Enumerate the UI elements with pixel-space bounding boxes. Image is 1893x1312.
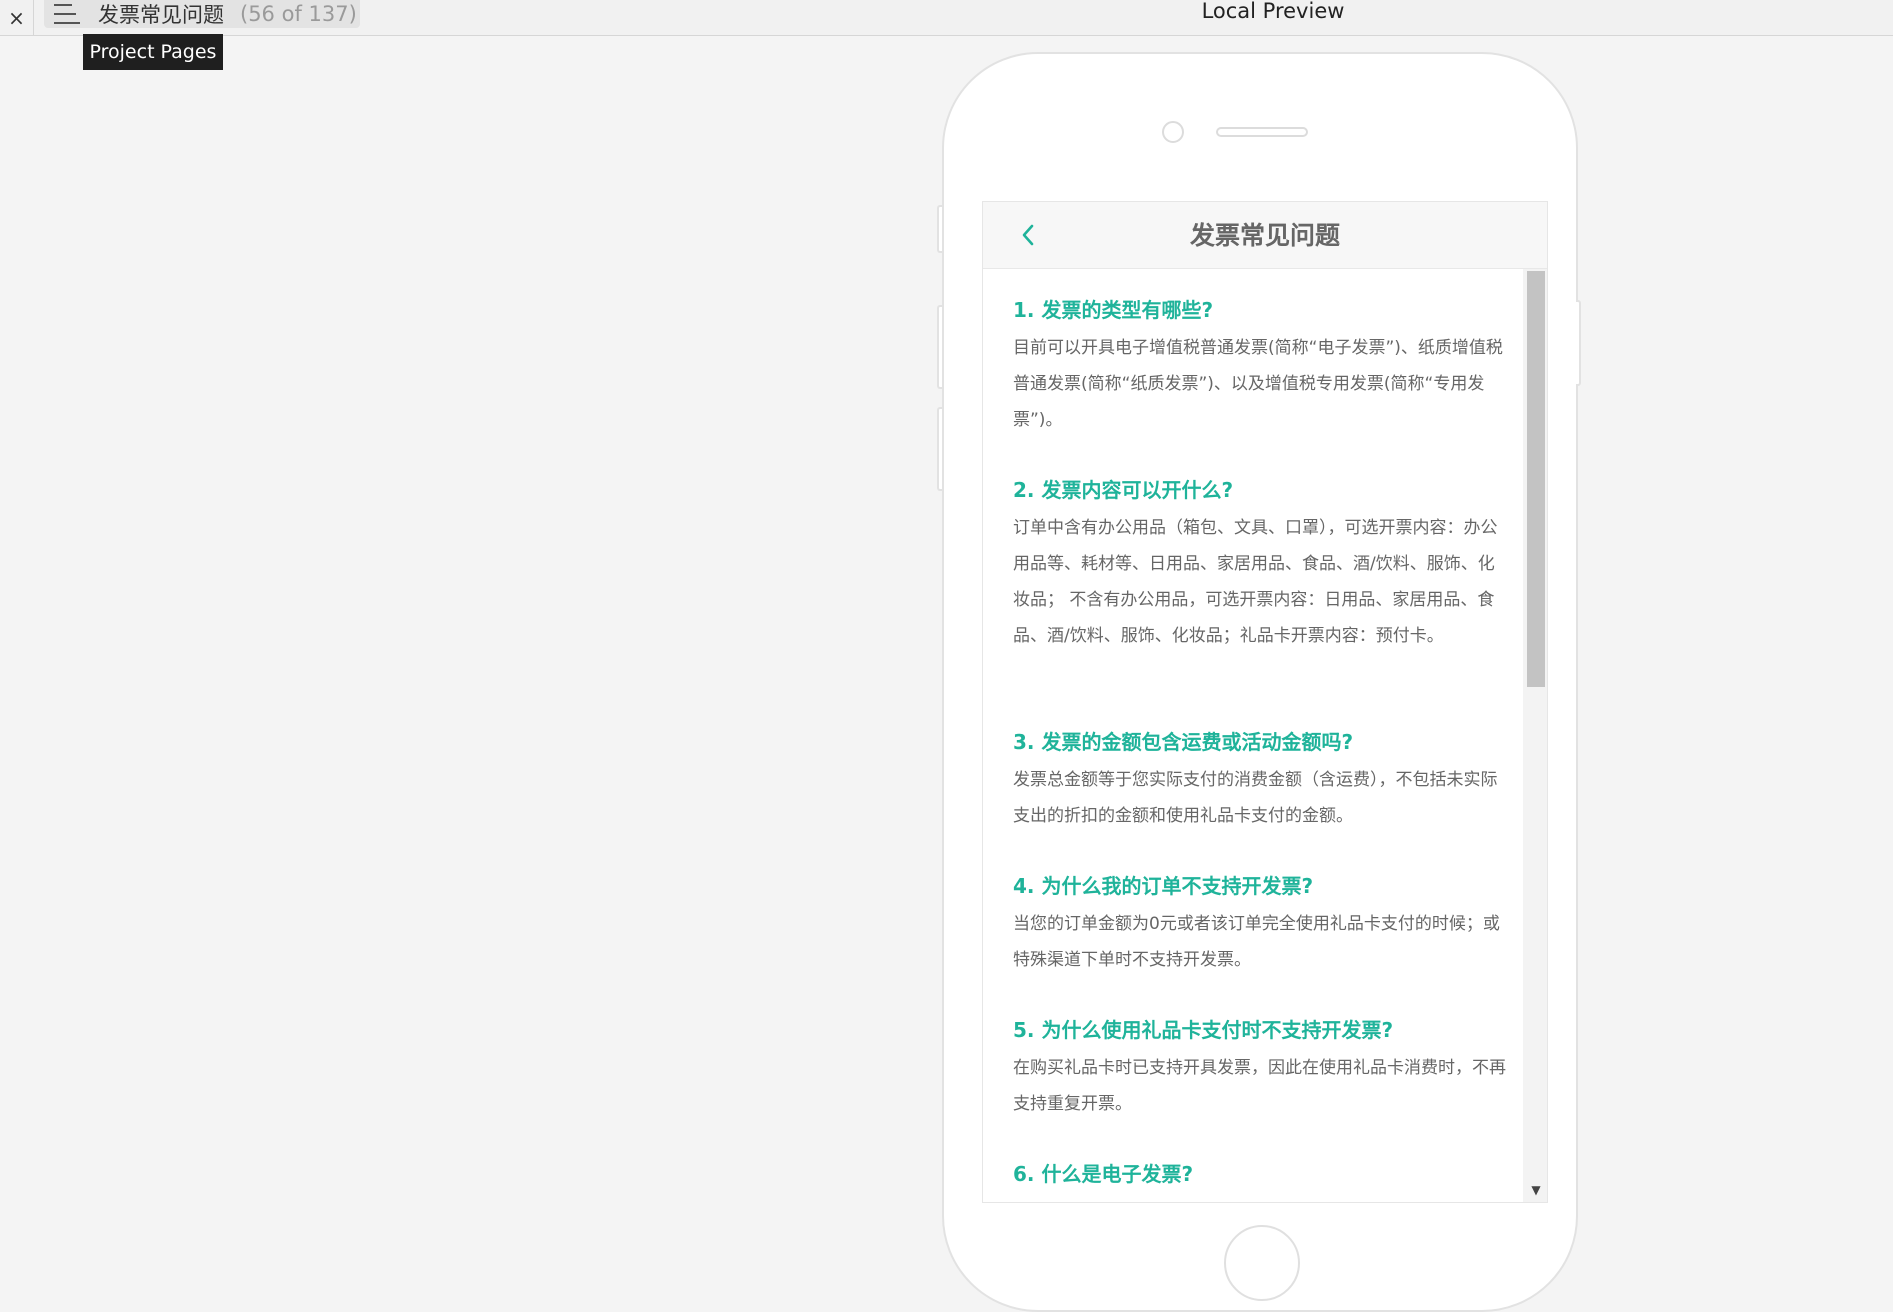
faq-question: 5. 为什么使用礼品卡支付时不支持开发票? bbox=[1013, 1018, 1394, 1042]
phone-home-button bbox=[1224, 1225, 1300, 1301]
project-pages-tooltip: Project Pages bbox=[83, 34, 223, 70]
faq-item: 4. 为什么我的订单不支持开发票? 当您的订单金额为0元或者该订单完全使用礼品卡… bbox=[1013, 872, 1509, 978]
faq-question: 3. 发票的金额包含运费或活动金额吗? bbox=[1013, 730, 1354, 754]
phone-mute-switch bbox=[937, 205, 942, 253]
faq-item: 3. 发票的金额包含运费或活动金额吗? 发票总金额等于您实际支付的消费金额（含运… bbox=[1013, 728, 1509, 834]
scrollbar-thumb[interactable] bbox=[1527, 271, 1545, 687]
close-icon: × bbox=[8, 6, 25, 30]
scroll-down-button[interactable]: ▼ bbox=[1527, 1183, 1545, 1197]
preview-toolbar: × 发票常见问题 (56 of 137) Local Preview bbox=[0, 0, 1893, 36]
faq-question: 6. 什么是电子发票? bbox=[1013, 1162, 1194, 1186]
triangle-down-icon: ▼ bbox=[1531, 1183, 1541, 1197]
back-button[interactable] bbox=[1013, 220, 1043, 250]
menu-icon bbox=[54, 4, 80, 24]
faq-answer: 当您的订单金额为0元或者该订单完全使用礼品卡支付的时候；或特殊渠道下单时不支持开… bbox=[1013, 914, 1500, 970]
page-count: (56 of 137) bbox=[240, 2, 357, 26]
scrollbar[interactable]: ▼ bbox=[1523, 269, 1547, 1202]
page-title: 发票常见问题 bbox=[1189, 221, 1340, 250]
faq-item: 2. 发票内容可以开什么? 订单中含有办公用品（箱包、文具、口罩），可选开票内容… bbox=[1013, 476, 1509, 654]
close-button[interactable]: × bbox=[0, 0, 34, 36]
faq-question: 4. 为什么我的订单不支持开发票? bbox=[1013, 874, 1314, 898]
nav-bar: 发票常见问题 bbox=[983, 202, 1547, 269]
faq-item: 1. 发票的类型有哪些? 目前可以开具电子增值税普通发票(简称“电子发票”)、纸… bbox=[1013, 296, 1509, 438]
current-page-name: 发票常见问题 bbox=[98, 3, 224, 27]
phone-speaker bbox=[1216, 127, 1308, 137]
project-pages-button[interactable]: 发票常见问题 (56 of 137) bbox=[44, 0, 360, 28]
phone-screen: 发票常见问题 1. 发票的类型有哪些? 目前可以开具电子增值税普通发票(简称“电… bbox=[982, 201, 1548, 1203]
faq-question: 2. 发票内容可以开什么? bbox=[1013, 478, 1234, 502]
faq-item: 6. 什么是电子发票? bbox=[1013, 1160, 1509, 1194]
faq-item: 5. 为什么使用礼品卡支付时不支持开发票? 在购买礼品卡时已支持开具发票，因此在… bbox=[1013, 1016, 1509, 1122]
faq-answer: 订单中含有办公用品（箱包、文具、口罩），可选开票内容：办公用品等、耗材等、日用品… bbox=[1013, 518, 1498, 646]
faq-answer: 目前可以开具电子增值税普通发票(简称“电子发票”)、纸质增值税普通发票(简称“纸… bbox=[1013, 338, 1503, 430]
faq-list: 1. 发票的类型有哪些? 目前可以开具电子增值税普通发票(简称“电子发票”)、纸… bbox=[983, 269, 1523, 1202]
faq-answer: 在购买礼品卡时已支持开具发票，因此在使用礼品卡消费时，不再支持重复开票。 bbox=[1013, 1058, 1506, 1114]
chevron-left-icon bbox=[1022, 224, 1034, 246]
faq-question: 1. 发票的类型有哪些? bbox=[1013, 298, 1214, 322]
window-title: Local Preview bbox=[1201, 0, 1345, 23]
phone-power-button bbox=[1576, 300, 1581, 386]
phone-camera bbox=[1162, 121, 1184, 143]
faq-answer: 发票总金额等于您实际支付的消费金额（含运费），不包括未实际支出的折扣的金额和使用… bbox=[1013, 770, 1498, 826]
phone-volume-up bbox=[937, 305, 942, 389]
phone-volume-down bbox=[937, 407, 942, 491]
